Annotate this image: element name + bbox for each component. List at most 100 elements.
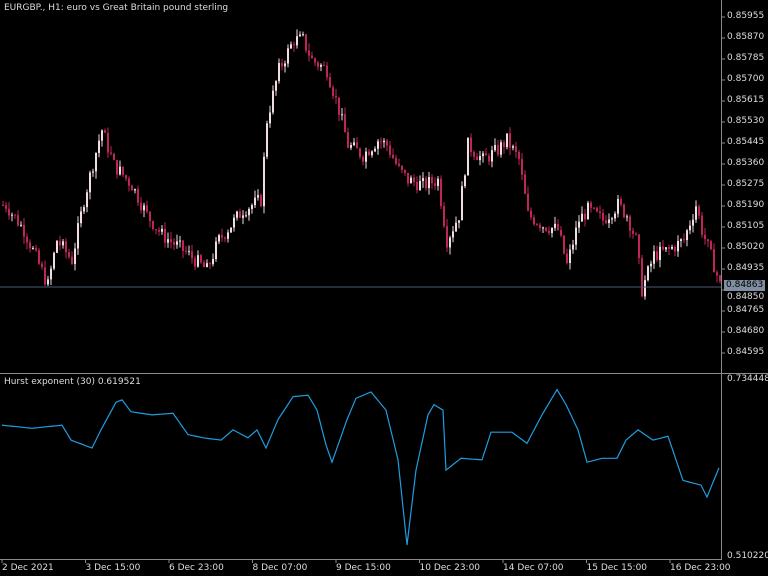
candle-body [482, 153, 484, 157]
candle-body [707, 239, 709, 242]
time-tick-label: 14 Dec 07:00 [503, 563, 564, 573]
time-tick-label: 9 Dec 15:00 [336, 563, 391, 573]
candle-body [56, 240, 58, 253]
candle-body [512, 146, 514, 148]
candle-body [311, 55, 313, 59]
candle-body [128, 178, 130, 186]
candle-body [716, 272, 718, 276]
candle-body [287, 48, 289, 64]
candle-body [2, 205, 4, 207]
candle-body [557, 223, 559, 230]
candle-body [539, 224, 541, 228]
candle-body [197, 255, 199, 267]
candle-body [317, 62, 319, 67]
candle-body [26, 236, 28, 243]
price-tick-label: 0.84595 [727, 347, 765, 357]
candle-body [644, 280, 646, 297]
candle-body [491, 150, 493, 162]
candle-body [527, 193, 529, 211]
candle-body [428, 177, 430, 189]
candle-body [50, 268, 52, 280]
candle-body [344, 114, 346, 133]
candle-body [704, 234, 706, 240]
candle-body [167, 239, 169, 243]
time-tick-label: 3 Dec 15:00 [85, 563, 141, 573]
candle-body [458, 220, 460, 223]
candle-body [629, 216, 631, 231]
candle-body [206, 263, 208, 268]
candle-body [173, 241, 175, 245]
candle-body [470, 137, 472, 153]
candle-body [257, 195, 259, 198]
candle-body [398, 163, 400, 166]
candle-body [464, 175, 466, 187]
candle-body [515, 146, 517, 153]
current-price-label: 0.84863 [724, 280, 766, 291]
indicator-title: Hurst exponent (30) 0.619521 [4, 377, 141, 387]
candle-body [389, 145, 391, 155]
candle-body [260, 195, 262, 207]
candle-body [410, 177, 412, 184]
axis-ticks [1, 16, 725, 563]
candle-body [143, 205, 145, 211]
candle-body [149, 211, 151, 221]
candle-body [164, 228, 166, 243]
candle-body [185, 250, 187, 252]
candle-body [356, 142, 358, 149]
candle-body [521, 159, 523, 175]
candle-body [479, 156, 481, 161]
candle-body [353, 142, 355, 146]
candle-body [209, 263, 211, 265]
candle-body [305, 34, 307, 51]
candle-body [113, 153, 115, 161]
candle-body [686, 230, 688, 241]
candle-body [713, 249, 715, 273]
candle-body [518, 152, 520, 160]
candle-body [653, 251, 655, 264]
candle-body [77, 223, 79, 249]
candle-body [92, 171, 94, 173]
candle-body [698, 206, 700, 216]
candle-body [314, 58, 316, 63]
candle-body [299, 34, 301, 37]
candle-body [215, 241, 217, 260]
candle-body [8, 208, 10, 216]
candle-body [536, 224, 538, 226]
candle-body [224, 237, 226, 239]
candle-body [191, 251, 193, 259]
candle-body [593, 207, 595, 209]
candle-body [659, 246, 661, 261]
candle-body [233, 217, 235, 228]
candle-body [269, 112, 271, 124]
candle-body [29, 242, 31, 249]
candle-body [623, 204, 625, 218]
candle-body [680, 239, 682, 241]
candle-body [212, 259, 214, 265]
candle-body [578, 221, 580, 228]
candle-body [188, 251, 190, 253]
candle-body [23, 224, 25, 237]
candle-body [47, 279, 49, 285]
candle-body [329, 77, 331, 88]
candle-body [437, 178, 439, 186]
time-tick-label: 2 Dec 2021 [2, 563, 54, 573]
chart-canvas[interactable] [0, 0, 768, 576]
candle-body [323, 64, 325, 66]
candle-body [332, 87, 334, 96]
candle-body [62, 241, 64, 246]
candle-body [140, 202, 142, 211]
candle-body [251, 205, 253, 209]
price-tick-label: 0.85360 [727, 158, 765, 168]
candle-body [368, 151, 370, 156]
candle-body [416, 182, 418, 191]
price-tick-label: 0.85445 [727, 137, 765, 147]
candle-body [83, 207, 85, 212]
candle-body [392, 154, 394, 159]
candle-body [710, 241, 712, 250]
candle-body [689, 225, 691, 231]
candle-body [227, 232, 229, 239]
candle-body [350, 145, 352, 148]
candle-body [347, 132, 349, 148]
candle-body [542, 227, 544, 229]
candle-body [374, 148, 376, 152]
